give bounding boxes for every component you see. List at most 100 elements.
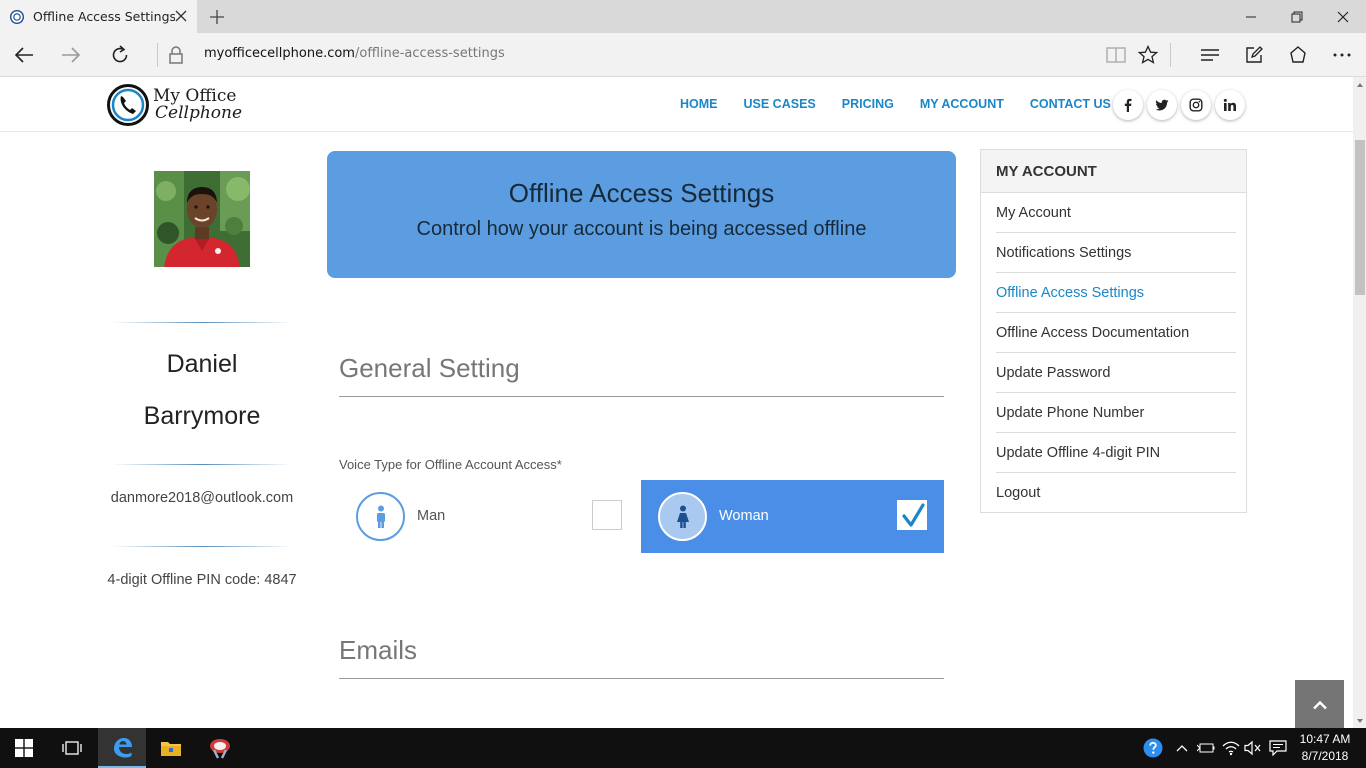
nav-home[interactable]: HOME (680, 97, 718, 111)
browser-tab[interactable]: Offline Access Settings - (0, 0, 197, 33)
favorite-button[interactable] (1135, 42, 1161, 68)
edge-icon (114, 738, 132, 758)
sidebar-item-offline-access-documentation[interactable]: Offline Access Documentation (996, 313, 1236, 353)
notification-icon (1269, 740, 1287, 756)
woman-icon-circle (658, 492, 707, 541)
tools-app-icon (210, 739, 230, 759)
sidebar-item-update-phone-number[interactable]: Update Phone Number (996, 393, 1236, 433)
back-to-top-button[interactable] (1295, 680, 1344, 729)
twitter-icon (1155, 99, 1169, 111)
web-note-button[interactable] (1241, 42, 1267, 68)
profile-email: danmore2018@outlook.com (110, 490, 294, 506)
book-icon (1106, 47, 1126, 63)
twitter-button[interactable] (1147, 90, 1177, 120)
arrow-right-icon (62, 47, 81, 63)
task-view-button[interactable] (48, 728, 96, 768)
close-window-button[interactable] (1320, 0, 1366, 33)
sidebar-item-my-account[interactable]: My Account (996, 193, 1236, 233)
scroll-down-arrow-icon[interactable] (1355, 716, 1365, 726)
woman-checkbox[interactable] (897, 500, 927, 530)
help-icon (1143, 738, 1163, 758)
chevron-up-icon (1312, 700, 1327, 709)
forward-button[interactable] (58, 42, 84, 68)
site-logo[interactable]: My Office Cellphone (107, 84, 242, 126)
voice-option-man[interactable]: Man (339, 480, 642, 553)
voice-option-woman[interactable]: Woman (641, 480, 944, 553)
url-field[interactable]: myofficecellphone.com/offline-access-set… (204, 46, 505, 61)
phone-logo-icon (107, 84, 149, 126)
file-explorer-button[interactable] (147, 728, 195, 768)
taskbar-clock[interactable]: 10:47 AM 8/7/2018 (1296, 731, 1354, 765)
new-tab-icon[interactable] (208, 8, 226, 26)
share-button[interactable] (1285, 42, 1311, 68)
back-button[interactable] (11, 42, 37, 68)
instagram-button[interactable] (1181, 90, 1211, 120)
sidebar-title: MY ACCOUNT (981, 150, 1246, 193)
profile-photo (154, 171, 250, 267)
profile-divider (112, 322, 292, 323)
more-button[interactable] (1329, 42, 1355, 68)
clock-time: 10:47 AM (1299, 732, 1351, 746)
man-checkbox[interactable] (592, 500, 622, 530)
profile-divider (112, 464, 292, 465)
page-title: Offline Access Settings (508, 178, 775, 208)
minimize-button[interactable] (1228, 0, 1274, 33)
nav-my-account[interactable]: MY ACCOUNT (920, 97, 1004, 111)
url-path: /offline-access-settings (354, 46, 505, 61)
nav-contact-us[interactable]: CONTACT US (1030, 97, 1111, 111)
voice-type-label: Voice Type for Offline Account Access* (339, 457, 562, 472)
browser-tab-bar: Offline Access Settings - (0, 0, 1366, 33)
hub-button[interactable] (1197, 42, 1223, 68)
main-nav: HOME USE CASES PRICING MY ACCOUNT CONTAC… (680, 97, 1137, 111)
nav-pricing[interactable]: PRICING (842, 97, 894, 111)
battery-icon (1197, 743, 1215, 753)
voice-option-label: Woman (719, 508, 769, 524)
sidebar-item-offline-access-settings[interactable]: Offline Access Settings (996, 273, 1236, 313)
linkedin-button[interactable] (1215, 90, 1245, 120)
scrollbar-thumb[interactable] (1355, 140, 1365, 295)
sidebar-item-update-offline-pin[interactable]: Update Offline 4-digit PIN (996, 433, 1236, 473)
windows-logo-icon (15, 739, 33, 757)
chevron-up-icon (1176, 745, 1188, 752)
reading-view-button[interactable] (1103, 42, 1129, 68)
address-bar: myofficecellphone.com/offline-access-set… (0, 33, 1366, 77)
toolbar-separator (1170, 43, 1171, 67)
app-taskbar-button[interactable] (196, 728, 244, 768)
emails-title: Emails (339, 635, 418, 665)
instagram-icon (1189, 98, 1203, 112)
linkedin-icon (1223, 98, 1236, 111)
tab-close-icon[interactable] (173, 8, 189, 24)
profile-divider (112, 546, 292, 547)
facebook-button[interactable] (1113, 90, 1143, 120)
nav-use-cases[interactable]: USE CASES (744, 97, 816, 111)
logo-line2: Cellphone (155, 103, 243, 123)
account-sidebar: MY ACCOUNT My Account Notifications Sett… (980, 149, 1247, 513)
profile-last-name: Barrymore (143, 402, 261, 430)
action-center-button[interactable] (1268, 738, 1288, 758)
avatar (154, 171, 250, 267)
restore-icon (1291, 11, 1303, 22)
battery-tray-button[interactable] (1196, 738, 1216, 758)
profile-pin: 4-digit Offline PIN code: 4847 (107, 572, 297, 588)
hub-icon (1201, 49, 1219, 61)
sidebar-item-update-password[interactable]: Update Password (996, 353, 1236, 393)
edge-taskbar-button[interactable] (98, 728, 146, 768)
sidebar-item-notifications-settings[interactable]: Notifications Settings (996, 233, 1236, 273)
scroll-up-arrow-icon[interactable] (1355, 80, 1365, 90)
more-dots-icon (1333, 53, 1351, 57)
network-tray-button[interactable] (1221, 738, 1241, 758)
refresh-icon (112, 45, 128, 63)
tray-overflow-button[interactable] (1172, 738, 1192, 758)
share-icon (1290, 46, 1306, 63)
folder-icon (161, 742, 181, 756)
help-tray-button[interactable] (1143, 738, 1163, 758)
sidebar-item-logout[interactable]: Logout (996, 473, 1236, 513)
start-button[interactable] (0, 728, 48, 768)
refresh-button[interactable] (107, 42, 133, 68)
lock-icon[interactable] (168, 45, 184, 65)
voice-option-label: Man (417, 508, 446, 524)
restore-button[interactable] (1274, 0, 1320, 33)
close-icon (1337, 11, 1349, 22)
volume-tray-button[interactable] (1243, 738, 1263, 758)
star-icon (1138, 45, 1158, 64)
